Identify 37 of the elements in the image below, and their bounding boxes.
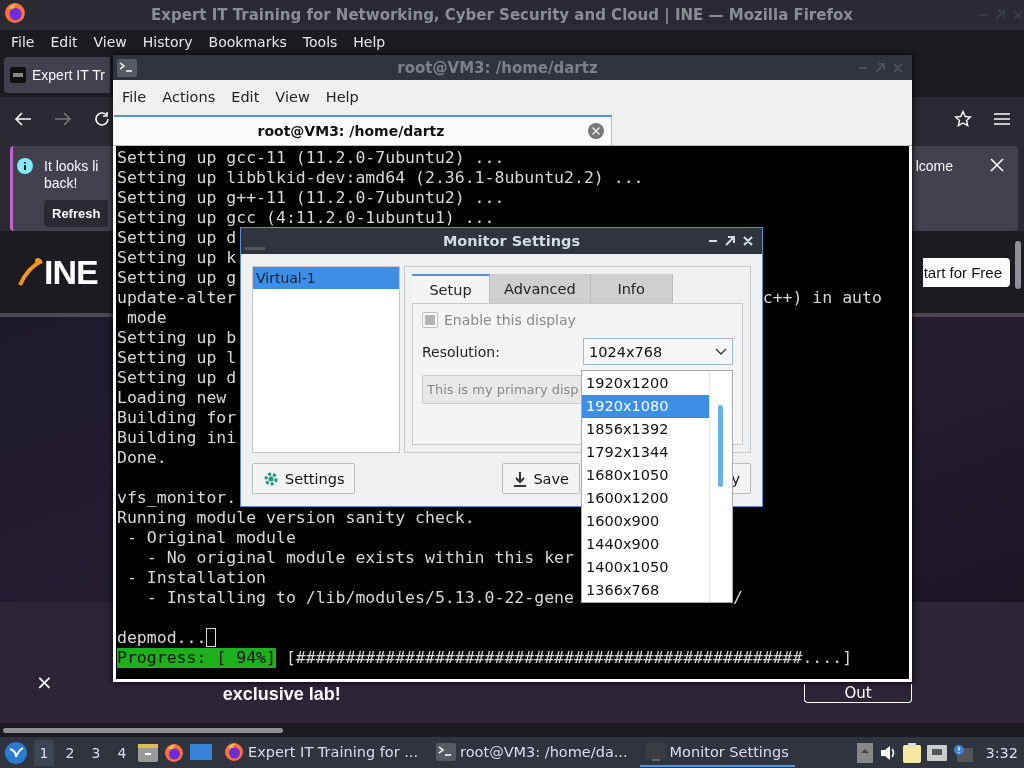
checkbox-label: Enable this display (444, 312, 576, 328)
terminal-line: / (732, 588, 743, 608)
terminal-line: depmod... (117, 628, 207, 648)
terminal-line: Running module version sanity check. (117, 508, 475, 528)
window-title: root@VM3: /home/dartz (396, 58, 599, 77)
window-title: Expert IT Training for Networking, Cyber Security and Cloud | INE — Mozilla Firefox (150, 6, 854, 24)
terminal-line: Done. (117, 448, 167, 468)
clock: 3:32 (985, 744, 1018, 761)
terminal-line: mode (125, 308, 167, 328)
terminal-line: - Installing to /lib/modules/5.13.0-22-gene (145, 588, 574, 608)
terminal-line: vfs_monitor. (117, 488, 237, 508)
banner-text: exclusive lab! (222, 685, 342, 703)
terminal-line: - No original module exists within this ker (145, 548, 574, 568)
terminal-line: Setting up k (117, 248, 237, 268)
terminal-line: - Original module (125, 528, 296, 548)
terminal-line: Setting up libblkid-dev:amd64 (2.36.1-8ubuntu2.2) ... (117, 168, 644, 188)
notification-text: It looks li (44, 158, 99, 175)
terminal-line: Setting up gcc (4:11.2.0-1ubuntu1) ... (117, 208, 495, 228)
terminal-line: c++) in auto (762, 288, 882, 308)
notification-text: back! (44, 175, 78, 192)
terminal-line: Setting up l (117, 348, 237, 368)
terminal-line: Building ini (117, 428, 237, 448)
dialog-title: Monitor Settings (441, 233, 582, 249)
notification-text: lcome (915, 158, 953, 176)
terminal-line: Setting up gcc-11 (11.2.0-7ubuntu2) ... (117, 148, 505, 168)
terminal-line: Setting up g++-11 (11.2.0-7ubuntu2) ... (117, 188, 505, 208)
field-label: Resolution: (422, 343, 500, 360)
terminal-line: Loading new (117, 388, 227, 408)
terminal-line: Setting up b (117, 328, 237, 348)
terminal-line: Setting up d (117, 368, 237, 388)
terminal-line: Setting up d (117, 228, 237, 248)
terminal-line: Building for (117, 408, 237, 428)
progress-bar-text: [###################################################....] (285, 648, 853, 668)
terminal-line: - Installation (125, 568, 266, 588)
terminal-line: Setting up g (117, 268, 237, 288)
terminal-line: update-alter (117, 288, 237, 308)
progress-label: Progress: [ 94%] (117, 648, 276, 668)
